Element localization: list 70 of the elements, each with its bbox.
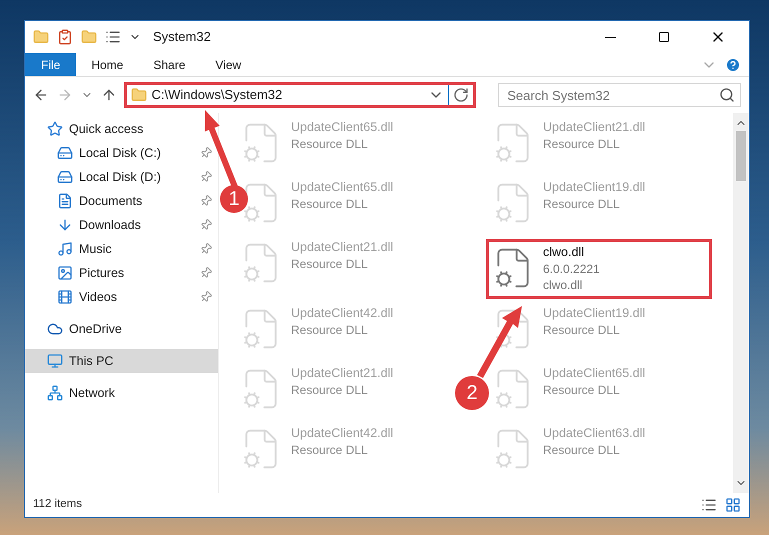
file-name: UpdateClient65.dll	[291, 119, 394, 136]
file-detail: 6.0.0.2221	[543, 261, 600, 277]
file-detail: Resource DLL	[543, 382, 621, 398]
drive-icon	[57, 145, 73, 161]
sidebar-item[interactable]: Pictures	[25, 261, 218, 285]
sidebar-item[interactable]: Documents	[25, 189, 218, 213]
item-count: 112 items	[33, 497, 82, 512]
large-icons-view-icon[interactable]	[725, 497, 741, 513]
file-name: UpdateClient21.dll	[543, 119, 646, 136]
file-name: clwo.dll	[543, 244, 585, 261]
back-icon[interactable]	[33, 87, 49, 103]
minimize-icon	[604, 36, 616, 38]
picture-icon	[57, 265, 73, 281]
file-name: UpdateClient65.dll	[543, 365, 646, 382]
document-icon	[57, 193, 73, 209]
file-detail: Resource DLL	[543, 136, 621, 152]
scroll-thumb[interactable]	[736, 131, 746, 181]
sidebar-item[interactable]: OneDrive	[25, 317, 130, 341]
file-name: UpdateClient19.dll	[543, 305, 646, 322]
search-icon[interactable]	[719, 87, 736, 103]
file-name: UpdateClient63.dll	[543, 425, 646, 442]
file-menu[interactable]: File	[25, 53, 76, 76]
annotation-arrow	[474, 306, 524, 378]
sidebar-item[interactable]: Local Disk (C:)	[25, 141, 218, 165]
sidebar-item[interactable]: Network	[25, 381, 123, 405]
file-detail: Resource DLL	[291, 442, 369, 458]
sidebar-item[interactable]: Downloads	[25, 213, 218, 237]
sidebar-item[interactable]: This PC	[25, 349, 218, 373]
sidebar-item[interactable]: Quick access	[25, 117, 152, 141]
folder-icon	[131, 87, 148, 103]
address-path: C:\Windows\System32	[151, 86, 284, 104]
monitor-icon	[47, 353, 63, 369]
film-icon	[57, 289, 73, 305]
network-icon	[47, 385, 63, 401]
file-detail: Resource DLL	[291, 382, 369, 398]
up-icon[interactable]	[100, 87, 116, 103]
file-name: UpdateClient65.dll	[291, 179, 394, 196]
window-title: System32	[153, 28, 211, 46]
scrollbar[interactable]	[733, 113, 749, 493]
music-note-icon	[57, 241, 73, 257]
file-detail: clwo.dll	[543, 277, 584, 293]
file-item[interactable]: clwo.dll 6.0.0.2221 clwo.dll	[486, 239, 712, 299]
file-name: UpdateClient42.dll	[291, 305, 394, 322]
search-field[interactable]: Search System32	[498, 83, 742, 107]
file-name: UpdateClient21.dll	[291, 239, 394, 256]
maximize-icon	[658, 31, 670, 43]
cloud-icon	[47, 321, 63, 337]
sidebar-item[interactable]: Local Disk (D:)	[25, 165, 218, 189]
help-icon[interactable]	[725, 56, 741, 72]
file-detail: Resource DLL	[543, 322, 621, 338]
file-detail: Resource DLL	[291, 196, 369, 212]
file-name: UpdateClient21.dll	[291, 365, 394, 382]
drive-icon	[57, 169, 73, 185]
file-detail: Resource DLL	[291, 256, 369, 272]
list-icon[interactable]	[105, 29, 121, 45]
file-detail: Resource DLL	[543, 442, 621, 458]
star-icon	[47, 121, 63, 137]
details-view-icon[interactable]	[701, 497, 717, 513]
file-name: UpdateClient42.dll	[291, 425, 394, 442]
ribbon-tab[interactable]: Share	[138, 53, 200, 76]
address-field[interactable]: C:\Windows\System32	[124, 82, 476, 108]
ribbon-tab[interactable]: View	[200, 53, 256, 76]
file-detail: Resource DLL	[291, 322, 369, 338]
refresh-icon[interactable]	[453, 87, 470, 103]
ribbon-tab[interactable]: Home	[76, 53, 138, 76]
file-name: UpdateClient19.dll	[543, 179, 646, 196]
file-detail: Resource DLL	[543, 196, 621, 212]
sidebar-item[interactable]: Music	[25, 237, 218, 261]
file-detail: Resource DLL	[291, 136, 369, 152]
sidebar-item[interactable]: Videos	[25, 285, 218, 309]
